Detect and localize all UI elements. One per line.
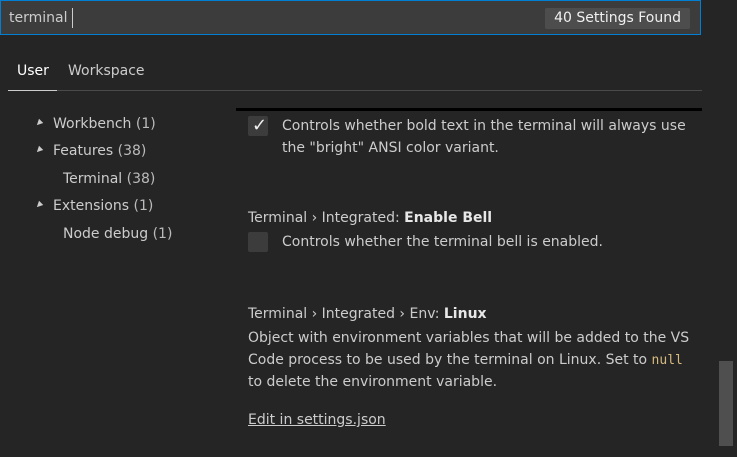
- code-null: null: [651, 353, 683, 368]
- sticky-header-shadow: [236, 108, 702, 111]
- setting-title-prefix: Terminal › Integrated:: [248, 210, 405, 226]
- setting-description: to delete the environment variable.: [248, 374, 498, 390]
- tree-item-label: Workbench: [53, 116, 132, 132]
- enable-bell-checkbox[interactable]: [248, 232, 268, 252]
- setting-title-prefix: Terminal › Integrated › Env:: [248, 306, 444, 322]
- tree-item-extensions[interactable]: Extensions (1): [53, 197, 153, 215]
- tree-item-label: Node debug: [63, 226, 149, 242]
- setting-title-enable-bell: Terminal › Integrated: Enable Bell: [248, 209, 492, 227]
- tree-item-label: Extensions: [53, 198, 130, 214]
- settings-editor: 40 Settings Found User Workspace Workben…: [0, 0, 737, 457]
- tree-item-workbench[interactable]: Workbench (1): [53, 115, 156, 133]
- setting-description: Code process to be used by the terminal …: [248, 349, 683, 372]
- expanded-arrow-icon[interactable]: [34, 145, 44, 155]
- setting-description: Controls whether the terminal bell is en…: [282, 234, 603, 250]
- text-caret: [72, 8, 73, 28]
- tabs-divider: [8, 90, 702, 91]
- tab-workspace[interactable]: Workspace: [68, 56, 145, 86]
- tree-item-features[interactable]: Features (38): [53, 142, 146, 160]
- tree-item-node-debug[interactable]: Node debug (1): [63, 225, 172, 243]
- bold-bright-checkbox[interactable]: ✓: [248, 116, 268, 136]
- search-box[interactable]: 40 Settings Found: [0, 0, 701, 35]
- checkmark-icon: ✓: [252, 115, 268, 136]
- search-input[interactable]: [9, 7, 509, 29]
- tree-item-count: (1): [152, 226, 173, 242]
- setting-title-env-linux: Terminal › Integrated › Env: Linux: [248, 305, 487, 323]
- expanded-arrow-icon[interactable]: [34, 118, 44, 128]
- tree-item-label: Features: [53, 143, 114, 159]
- tab-user[interactable]: User: [17, 56, 49, 86]
- setting-title-name: Linux: [443, 306, 487, 322]
- setting-description: the "bright" ANSI color variant.: [282, 140, 499, 156]
- results-count-badge: 40 Settings Found: [545, 8, 690, 29]
- tree-item-count: (1): [135, 116, 156, 132]
- expanded-arrow-icon[interactable]: [34, 200, 44, 210]
- setting-title-name: Enable Bell: [404, 210, 493, 226]
- active-tab-indicator: [8, 90, 57, 91]
- tree-item-count: (38): [117, 143, 147, 159]
- tree-item-label: Terminal: [63, 171, 123, 187]
- edit-in-settings-json-link[interactable]: Edit in settings.json: [248, 410, 386, 430]
- tree-item-count: (38): [126, 171, 156, 187]
- setting-description-text: Code process to be used by the terminal …: [248, 352, 652, 368]
- tree-item-terminal[interactable]: Terminal (38): [63, 170, 155, 188]
- setting-description: Object with environment variables that w…: [248, 330, 690, 346]
- setting-description: Controls whether bold text in the termin…: [282, 118, 686, 134]
- tree-item-count: (1): [133, 198, 154, 214]
- scrollbar-thumb[interactable]: [719, 361, 733, 446]
